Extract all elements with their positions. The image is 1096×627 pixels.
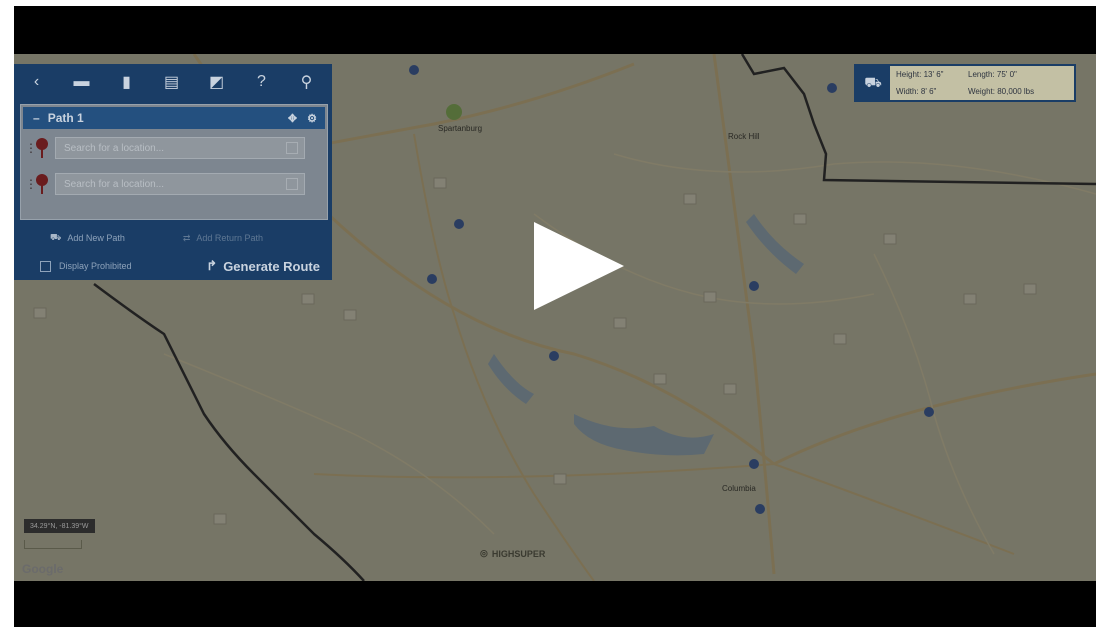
panel-actions: ⛟ Add New Path ⇄ Add Return Path Display… [14,222,332,280]
truck-specs-grid: Height: 13' 6" Length: 75' 0" Width: 8' … [890,66,1064,100]
back-icon[interactable]: ‹ [14,64,59,100]
brand-icon: ◎ [480,548,488,558]
collapse-icon[interactable]: – [33,111,40,125]
location-row: ⋮ Search for a location... [25,135,323,161]
trash-icon[interactable]: ▮ [104,64,149,100]
path-card: – Path 1 ✥ ⚙ ⋮ Search for a location... [20,104,328,220]
help-icon[interactable]: ? [239,64,284,100]
panel-toolbar: ‹ ▬ ▮ ▤ ◩ ? ⚲ [14,64,332,100]
location-search-input[interactable]: Search for a location... [55,137,305,159]
move-icon[interactable]: ✥ [288,112,297,125]
map-pin-icon [35,174,49,194]
truck-width: Width: 8' 6" [896,87,937,96]
play-icon[interactable] [534,222,624,310]
map-icon[interactable]: ◩ [194,64,239,100]
truck-specs-box[interactable]: ⛟ Height: 13' 6" Length: 75' 0" Width: 8… [854,64,1076,102]
drag-handle-icon[interactable]: ⋮ [25,141,37,155]
display-prohibited-label: Display Prohibited [59,261,132,271]
path-header[interactable]: – Path 1 ✥ ⚙ [23,107,325,129]
truck-length: Length: 75' 0" [968,70,1017,79]
search-icon[interactable]: ⚲ [284,64,329,100]
truck-icon: ⛟ [856,66,890,100]
map-pin-icon [35,138,49,158]
add-new-path-button[interactable]: Add New Path [67,233,125,243]
options-icon[interactable] [286,178,298,190]
coordinates-readout: 34.29°N, -81.39°W [24,519,95,533]
route-planner-panel: ‹ ▬ ▮ ▤ ◩ ? ⚲ – Path 1 ✥ ⚙ ⋮ Search for … [14,64,332,280]
settings-icon[interactable]: ⚙ [307,112,317,125]
location-row: ⋮ Search for a location... [25,171,323,197]
google-logo: Google [22,562,64,576]
return-path-icon: ⇄ [182,232,191,243]
truck-weight: Weight: 80,000 lbs [968,87,1035,96]
add-return-path-button[interactable]: Add Return Path [196,233,263,243]
truck-icon: ⛟ [50,232,62,242]
generate-route-button[interactable]: ↱ Generate Route [206,258,320,274]
folder-icon[interactable]: ▬ [59,64,104,100]
document-icon[interactable]: ▤ [149,64,194,100]
location-search-input[interactable]: Search for a location... [55,173,305,195]
scale-bar [24,540,82,549]
generate-route-label: Generate Route [223,258,320,274]
brand-logo: ◎ HIGHSUPER [480,548,546,559]
truck-height: Height: 13' 6" [896,70,944,79]
drag-handle-icon[interactable]: ⋮ [25,177,37,191]
map-view[interactable]: Spartanburg Rock Hill Columbia ‹ ▬ ▮ ▤ ◩… [14,54,1096,581]
path-title: Path 1 [47,111,84,125]
options-icon[interactable] [286,142,298,154]
video-player[interactable]: Spartanburg Rock Hill Columbia ‹ ▬ ▮ ▤ ◩… [14,6,1096,627]
display-prohibited-checkbox[interactable] [40,260,51,272]
route-icon: ↱ [206,258,218,273]
